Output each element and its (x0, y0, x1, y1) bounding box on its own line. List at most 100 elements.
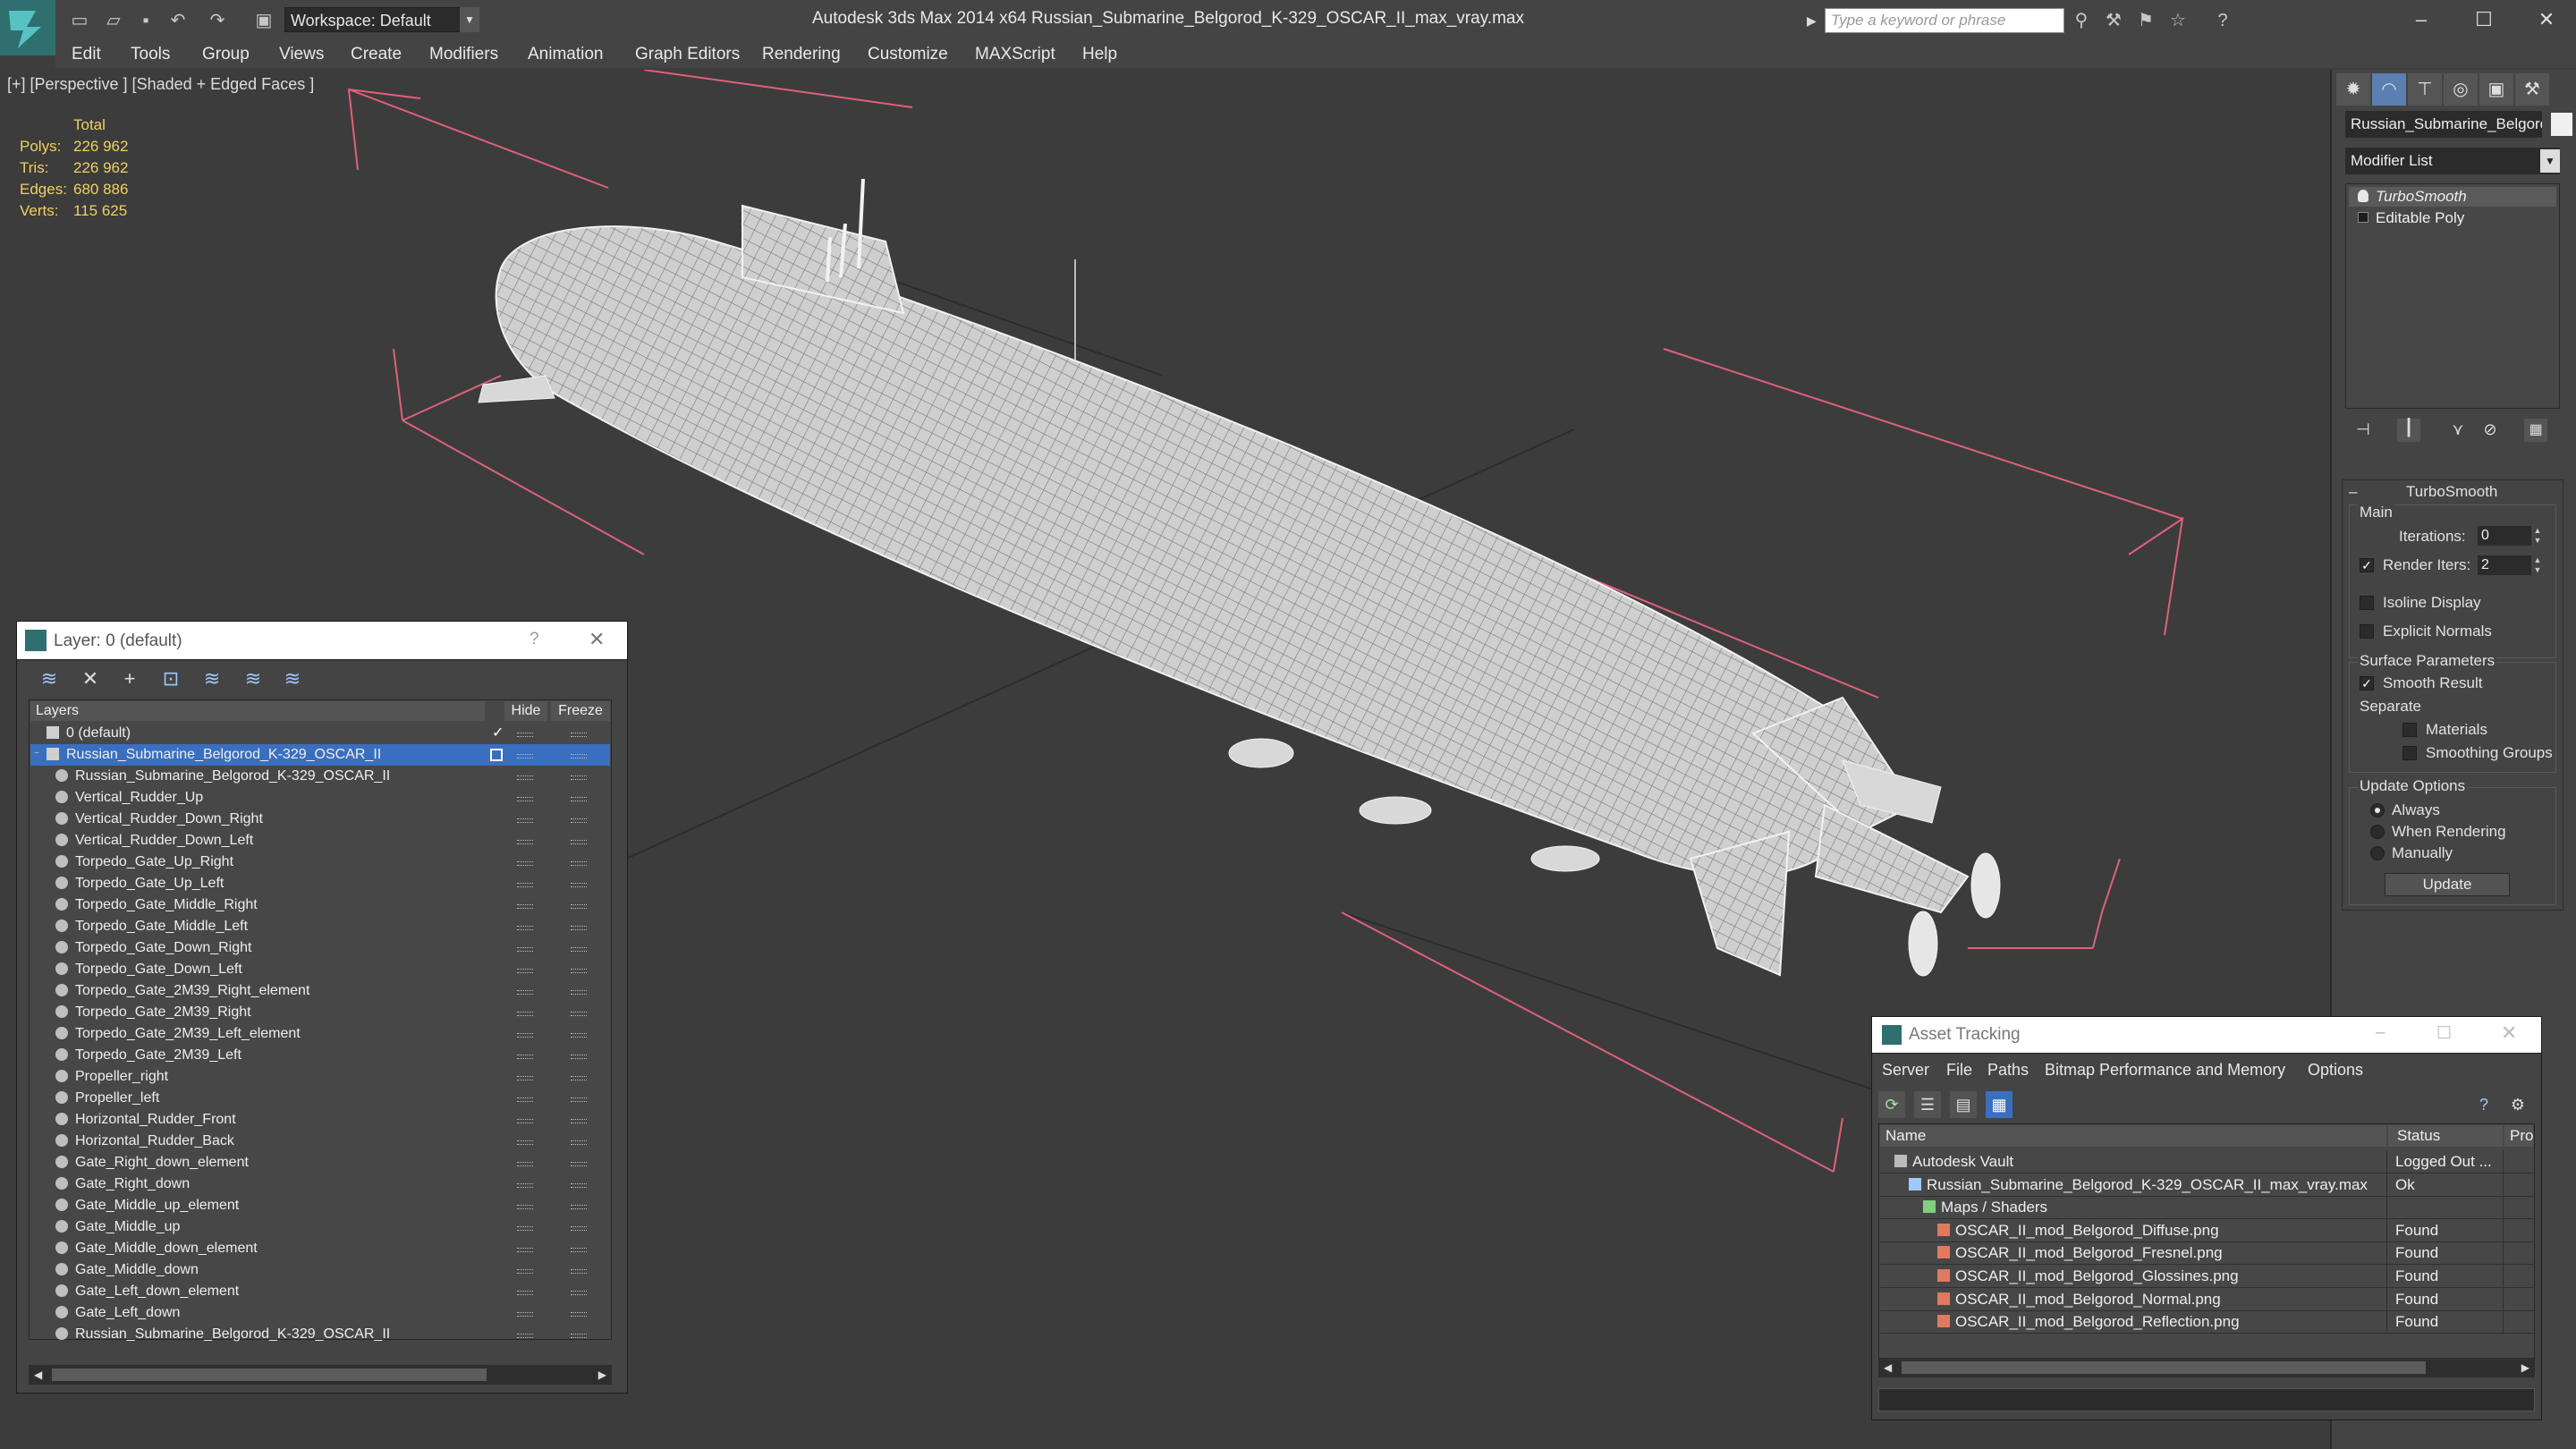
layer-object-row[interactable]: Gate_Middle_down_element (30, 1238, 610, 1259)
open-file-icon[interactable]: ▱ (102, 9, 125, 32)
modify-tab-icon[interactable]: ◠ (2372, 73, 2406, 106)
asset-menu-bitmap[interactable]: Bitmap Performance and Memory (2045, 1057, 2285, 1082)
freeze-toggle[interactable] (571, 990, 587, 995)
display-tab-icon[interactable]: ▣ (2479, 73, 2513, 106)
hide-toggle[interactable] (517, 1055, 533, 1059)
binoculars-icon[interactable]: ⚲ (2070, 9, 2093, 32)
close-icon[interactable]: ✕ (589, 628, 605, 651)
undo-icon[interactable]: ↶ (166, 9, 190, 32)
highlight-layer-icon[interactable]: ≋ (199, 665, 225, 692)
layer-object-row[interactable]: Propeller_left (30, 1088, 610, 1109)
materials-checkbox[interactable] (2402, 723, 2417, 737)
layer-object-row[interactable]: Torpedo_Gate_Up_Left (30, 873, 610, 894)
layer-object-row[interactable]: Gate_Middle_up (30, 1216, 610, 1238)
freeze-toggle[interactable] (571, 1291, 587, 1295)
horizontal-scrollbar[interactable]: ◀ ▶ (1878, 1358, 2535, 1377)
add-to-layer-icon[interactable]: + (116, 665, 143, 692)
help-icon[interactable]: ? (530, 630, 539, 649)
asset-row[interactable]: OSCAR_II_mod_Belgorod_Normal.png Found (1880, 1287, 2533, 1310)
freeze-toggle[interactable] (571, 1055, 587, 1059)
app-logo-icon[interactable] (0, 0, 55, 55)
expand-plus-icon[interactable] (2358, 212, 2368, 223)
layer-object-row[interactable]: Gate_Right_down_element (30, 1152, 610, 1174)
expand-toggle-icon[interactable]: − (34, 748, 47, 760)
maximize-icon[interactable]: ☐ (2453, 0, 2515, 41)
freeze-toggle[interactable] (571, 969, 587, 973)
layer-object-row[interactable]: Gate_Middle_up_element (30, 1195, 610, 1216)
freeze-toggle[interactable] (571, 797, 587, 801)
isoline-display-checkbox[interactable] (2360, 596, 2374, 610)
column-header-pro[interactable]: Pro (2504, 1125, 2533, 1147)
freeze-toggle[interactable] (571, 904, 587, 909)
layer-object-row[interactable]: Torpedo_Gate_Down_Left (30, 959, 610, 980)
settings-icon[interactable]: ⚙ (2504, 1091, 2531, 1118)
update-button[interactable]: Update (2385, 873, 2510, 896)
hide-toggle[interactable] (517, 1183, 533, 1188)
hide-toggle[interactable] (517, 1226, 533, 1231)
hide-toggle[interactable] (517, 1248, 533, 1252)
motion-tab-icon[interactable]: ◎ (2444, 73, 2478, 106)
menu-views[interactable]: Views (279, 41, 324, 68)
freeze-toggle[interactable] (571, 1226, 587, 1231)
layer-row[interactable]: 0 (default) ✓ (30, 723, 610, 744)
select-objects-icon[interactable]: ⊡ (157, 665, 184, 692)
layer-object-row[interactable]: Torpedo_Gate_2M39_Right (30, 1002, 610, 1023)
hide-toggle[interactable] (517, 1269, 533, 1274)
layer-object-row[interactable]: Russian_Submarine_Belgorod_K-329_OSCAR_I… (30, 766, 610, 787)
column-header-name[interactable]: Name (1880, 1125, 2386, 1147)
hide-toggle[interactable] (517, 904, 533, 909)
collapse-minus-icon[interactable]: – (2349, 483, 2357, 501)
asset-menu-file[interactable]: File (1946, 1057, 1972, 1082)
hide-toggle[interactable] (517, 1097, 533, 1102)
close-icon[interactable]: ✕ (2501, 1021, 2517, 1045)
hide-toggle[interactable] (517, 926, 533, 930)
menu-tools[interactable]: Tools (131, 41, 170, 68)
freeze-toggle[interactable] (571, 1205, 587, 1209)
layer-object-row[interactable]: Torpedo_Gate_Middle_Right (30, 894, 610, 916)
render-iters-checkbox[interactable]: ✓ (2360, 558, 2374, 572)
freeze-toggle[interactable] (571, 1076, 587, 1080)
layer-object-row[interactable]: Torpedo_Gate_Down_Right (30, 937, 610, 959)
menu-modifiers[interactable]: Modifiers (429, 41, 498, 68)
smoothing-groups-checkbox[interactable] (2402, 746, 2417, 760)
freeze-toggle[interactable] (571, 775, 587, 780)
freeze-toggle[interactable] (571, 926, 587, 930)
create-layer-icon[interactable]: ≋ (36, 665, 63, 692)
layer-object-row[interactable]: Horizontal_Rudder_Back (30, 1131, 610, 1152)
refresh-icon[interactable]: ⟳ (1878, 1091, 1905, 1118)
menu-help[interactable]: Help (1082, 41, 1117, 68)
asset-row[interactable]: OSCAR_II_mod_Belgorod_Diffuse.png Found (1880, 1218, 2533, 1241)
chevron-left-icon[interactable]: ◀ (34, 1365, 42, 1385)
delete-layer-icon[interactable]: ✕ (77, 665, 104, 692)
freeze-toggle[interactable] (571, 1012, 587, 1016)
maximize-icon[interactable]: ☐ (2436, 1023, 2452, 1044)
always-radio[interactable] (2370, 803, 2385, 818)
minimize-icon[interactable]: – (2390, 0, 2453, 41)
layer-object-row[interactable]: Torpedo_Gate_Middle_Left (30, 916, 610, 937)
hide-toggle[interactable] (517, 990, 533, 995)
save-file-icon[interactable]: ▪ (134, 9, 157, 32)
menu-create[interactable]: Create (351, 41, 402, 68)
iterations-spinner[interactable]: 0 (2478, 526, 2531, 546)
spinner-arrows-icon[interactable]: ▲ ▼ (2531, 526, 2544, 546)
hierarchy-tab-icon[interactable]: ⊤ (2408, 73, 2442, 106)
layer-object-row[interactable]: Torpedo_Gate_2M39_Right_element (30, 980, 610, 1002)
menu-edit[interactable]: Edit (72, 41, 101, 68)
freeze-toggle[interactable] (571, 947, 587, 952)
chevron-down-icon[interactable]: ▼ (2540, 149, 2560, 173)
layer-object-row[interactable]: Propeller_right (30, 1066, 610, 1088)
layer-object-row[interactable]: Torpedo_Gate_2M39_Left (30, 1045, 610, 1066)
hide-toggle[interactable] (517, 733, 533, 737)
manually-radio[interactable] (2370, 846, 2385, 860)
hide-toggle[interactable] (517, 1205, 533, 1209)
when-rendering-radio[interactable] (2370, 825, 2385, 839)
hide-toggle[interactable] (517, 1012, 533, 1016)
freeze-toggle[interactable] (571, 1248, 587, 1252)
lightbulb-icon[interactable] (2358, 190, 2368, 202)
viewport-label[interactable]: [+] [Perspective ] [Shaded + Edged Faces… (7, 75, 314, 94)
make-current-box-icon[interactable] (490, 749, 503, 761)
stack-item-turbosmooth[interactable]: TurboSmooth (2349, 187, 2556, 207)
hide-toggle[interactable] (517, 1312, 533, 1317)
close-icon[interactable]: ✕ (2515, 0, 2576, 41)
hide-toggle[interactable] (517, 883, 533, 887)
